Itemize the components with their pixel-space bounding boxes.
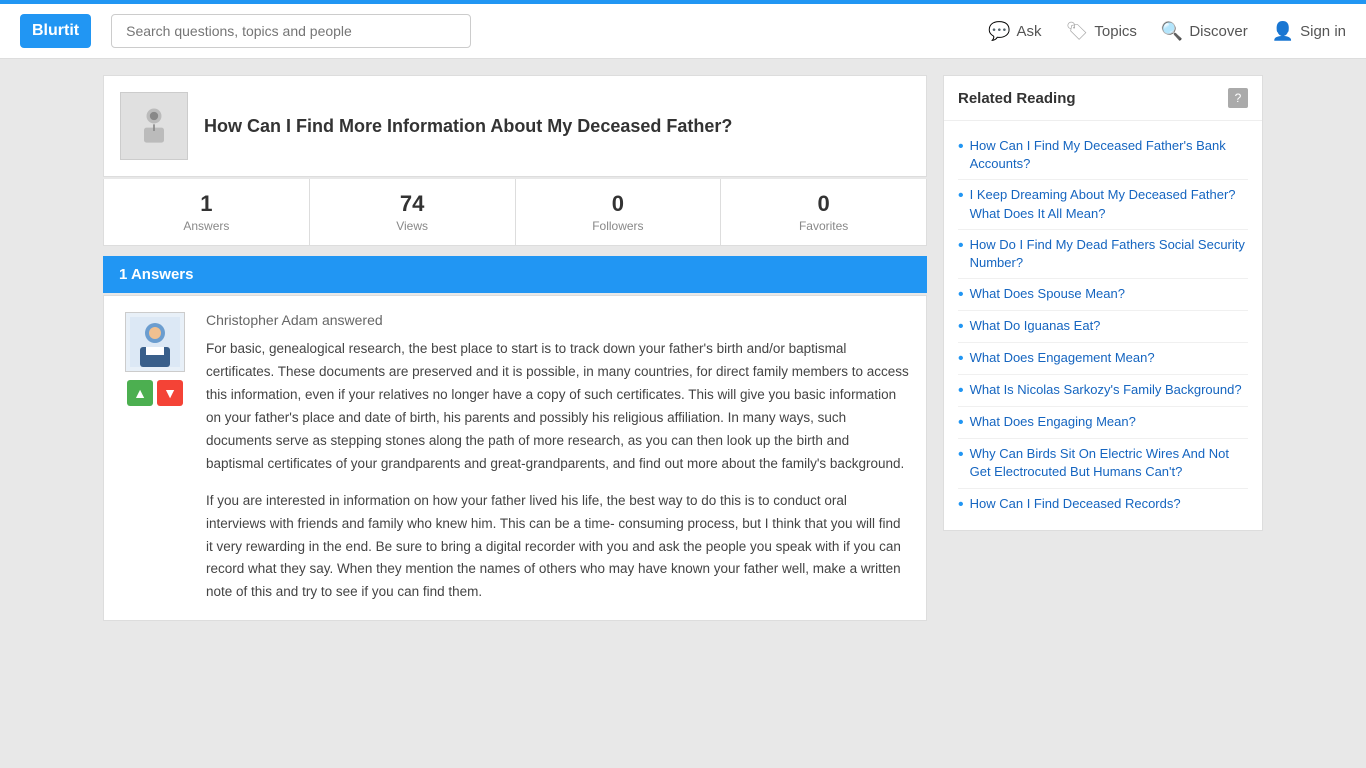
- stat-answers: 1 Answers: [104, 179, 310, 245]
- related-list-item: • How Do I Find My Dead Fathers Social Se…: [958, 230, 1248, 279]
- header: Blurtit 💬 Ask 🏷 Topics 🔍 Discover 👤 Sign in: [0, 4, 1366, 59]
- answer-paragraph: For basic, genealogical research, the be…: [206, 338, 910, 476]
- main-container: How Can I Find More Information About My…: [83, 59, 1283, 637]
- related-list-item: • How Can I Find Deceased Records?: [958, 489, 1248, 520]
- search-input[interactable]: [111, 14, 471, 48]
- related-link-9[interactable]: How Can I Find Deceased Records?: [970, 495, 1181, 513]
- nav-item-topics[interactable]: 🏷 Topics: [1066, 21, 1137, 42]
- answers-header: 1 Answers: [103, 256, 927, 293]
- help-button[interactable]: ?: [1228, 88, 1248, 108]
- related-list-item: • What Does Engagement Mean?: [958, 343, 1248, 375]
- vote-down-button[interactable]: ▼: [157, 380, 183, 406]
- related-link-7[interactable]: What Does Engaging Mean?: [970, 413, 1136, 431]
- nav-item-signin[interactable]: 👤 Sign in: [1272, 21, 1346, 42]
- topics-icon: 🏷: [1066, 21, 1089, 42]
- stat-favorites: 0 Favorites: [721, 179, 926, 245]
- related-link-4[interactable]: What Do Iguanas Eat?: [970, 317, 1101, 335]
- nav-item-ask[interactable]: 💬 Ask: [988, 21, 1041, 42]
- stat-number-favorites: 0: [729, 191, 918, 217]
- related-reading-card: Related Reading ? • How Can I Find My Dec…: [943, 75, 1263, 531]
- stat-label-favorites: Favorites: [729, 219, 918, 233]
- bullet-icon: •: [958, 350, 964, 368]
- bullet-icon: •: [958, 446, 964, 464]
- search-box: [111, 14, 471, 48]
- nav-item-discover[interactable]: 🔍 Discover: [1161, 21, 1248, 42]
- related-list-item: • What Does Spouse Mean?: [958, 279, 1248, 311]
- question-title: How Can I Find More Information About My…: [204, 116, 732, 137]
- stats-bar: 1 Answers 74 Views 0 Followers 0 Favorites: [103, 179, 927, 246]
- related-link-0[interactable]: How Can I Find My Deceased Father's Bank…: [970, 137, 1248, 173]
- related-list-item: • Why Can Birds Sit On Electric Wires And…: [958, 439, 1248, 488]
- related-list-item: • What Is Nicolas Sarkozy's Family Backgr…: [958, 375, 1248, 407]
- bullet-icon: •: [958, 496, 964, 514]
- nav: 💬 Ask 🏷 Topics 🔍 Discover 👤 Sign in: [988, 21, 1346, 42]
- related-list-item: • What Do Iguanas Eat?: [958, 311, 1248, 343]
- signin-label: Sign in: [1300, 23, 1346, 40]
- discover-label: Discover: [1189, 23, 1247, 40]
- content-area: How Can I Find More Information About My…: [103, 75, 927, 621]
- related-list-item: • How Can I Find My Deceased Father's Ban…: [958, 131, 1248, 180]
- ask-icon: 💬: [988, 21, 1010, 42]
- answer-block: ▲ ▼ Christopher Adam answered For basic,…: [103, 295, 927, 621]
- logo[interactable]: Blurtit: [20, 14, 91, 48]
- related-link-6[interactable]: What Is Nicolas Sarkozy's Family Backgro…: [970, 381, 1242, 399]
- vote-buttons: ▲ ▼: [127, 380, 183, 406]
- answerer-name: Christopher Adam answered: [206, 312, 910, 328]
- answer-user: ▲ ▼: [120, 312, 190, 604]
- related-list: • How Can I Find My Deceased Father's Ban…: [944, 121, 1262, 530]
- stat-views: 74 Views: [310, 179, 516, 245]
- question-avatar: [120, 92, 188, 160]
- related-link-8[interactable]: Why Can Birds Sit On Electric Wires And …: [970, 445, 1248, 481]
- bullet-icon: •: [958, 237, 964, 255]
- answer-paragraph: If you are interested in information on …: [206, 490, 910, 605]
- answer-text: For basic, genealogical research, the be…: [206, 338, 910, 604]
- user-avatar: [125, 312, 185, 372]
- related-link-3[interactable]: What Does Spouse Mean?: [970, 285, 1125, 303]
- answer-content: Christopher Adam answered For basic, gen…: [206, 312, 910, 604]
- bullet-icon: •: [958, 414, 964, 432]
- bullet-icon: •: [958, 187, 964, 205]
- bullet-icon: •: [958, 286, 964, 304]
- stat-label-answers: Answers: [112, 219, 301, 233]
- stat-number-followers: 0: [524, 191, 713, 217]
- related-reading-title: Related Reading: [958, 90, 1076, 107]
- stat-followers: 0 Followers: [516, 179, 722, 245]
- related-list-item: • I Keep Dreaming About My Deceased Fathe…: [958, 180, 1248, 229]
- stat-label-views: Views: [318, 219, 507, 233]
- bullet-icon: •: [958, 382, 964, 400]
- related-link-2[interactable]: How Do I Find My Dead Fathers Social Sec…: [970, 236, 1248, 272]
- bullet-icon: •: [958, 318, 964, 336]
- vote-up-button[interactable]: ▲: [127, 380, 153, 406]
- related-reading-header: Related Reading ?: [944, 76, 1262, 121]
- sidebar: Related Reading ? • How Can I Find My Dec…: [943, 75, 1263, 621]
- topics-label: Topics: [1094, 23, 1137, 40]
- ask-label: Ask: [1017, 23, 1042, 40]
- related-link-5[interactable]: What Does Engagement Mean?: [970, 349, 1155, 367]
- question-card: How Can I Find More Information About My…: [103, 75, 927, 177]
- stat-number-answers: 1: [112, 191, 301, 217]
- stat-number-views: 74: [318, 191, 507, 217]
- related-link-1[interactable]: I Keep Dreaming About My Deceased Father…: [970, 186, 1248, 222]
- bullet-icon: •: [958, 138, 964, 156]
- discover-icon: 🔍: [1161, 21, 1183, 42]
- related-list-item: • What Does Engaging Mean?: [958, 407, 1248, 439]
- stat-label-followers: Followers: [524, 219, 713, 233]
- signin-icon: 👤: [1272, 21, 1294, 42]
